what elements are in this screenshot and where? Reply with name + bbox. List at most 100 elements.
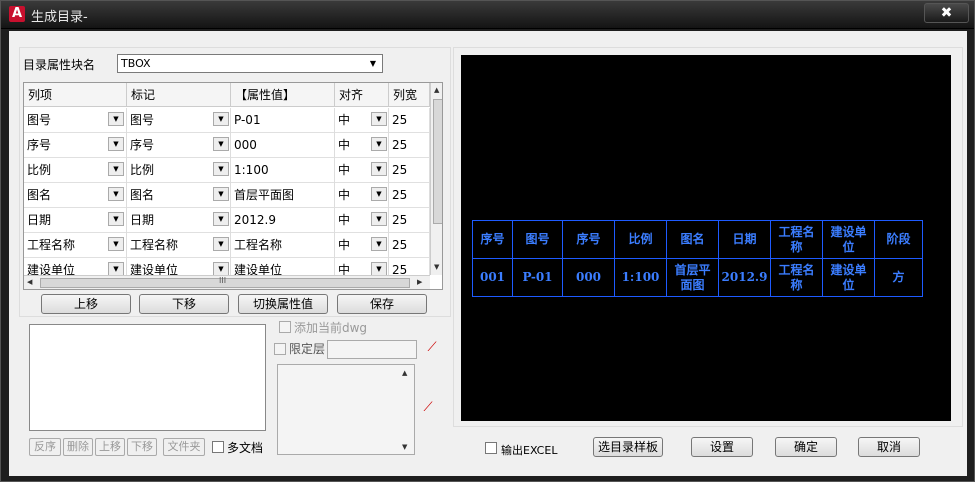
block-name-select[interactable]: TBOX ▼ [117, 54, 383, 73]
chevron-down-icon[interactable]: ▼ [108, 187, 124, 201]
add-current-dwg-checkbox[interactable] [279, 321, 291, 333]
col-header-tag[interactable]: 标记 [127, 83, 231, 107]
chevron-down-icon[interactable]: ▼ [371, 112, 387, 126]
chevron-down-icon[interactable]: ▼ [371, 137, 387, 151]
chevron-down-icon[interactable]: ▼ [108, 262, 124, 276]
scroll-down-arrow-icon[interactable]: ▼ [434, 263, 439, 271]
cell-item[interactable]: 日期 ▼ [24, 208, 127, 233]
cell-align[interactable]: 中 ▼ [335, 133, 389, 158]
chevron-down-icon[interactable]: ▼ [108, 212, 124, 226]
file-move-up-button[interactable]: 上移 [95, 438, 125, 456]
layer-scroll-up-icon[interactable]: ▲ [402, 369, 407, 377]
chevron-down-icon[interactable]: ▼ [213, 112, 229, 126]
move-up-button[interactable]: 上移 [41, 294, 131, 314]
settings-button[interactable]: 设置 [691, 437, 753, 457]
cell-value[interactable]: 工程名称 [231, 233, 335, 258]
layer-scroll-down-icon[interactable]: ▼ [402, 443, 407, 451]
chevron-down-icon[interactable]: ▼ [213, 137, 229, 151]
scroll-right-arrow-icon[interactable]: ▶ [417, 278, 422, 286]
grid-vertical-scrollbar[interactable]: ▲ ▼ [430, 83, 442, 275]
chevron-down-icon[interactable]: ▼ [108, 237, 124, 251]
chevron-down-icon[interactable]: ▼ [213, 162, 229, 176]
chevron-down-icon[interactable]: ▼ [371, 262, 387, 276]
scroll-up-arrow-icon[interactable]: ▲ [434, 86, 439, 94]
chevron-down-icon[interactable]: ▼ [371, 212, 387, 226]
cell-tag[interactable]: 序号 ▼ [127, 133, 231, 158]
cell-item[interactable]: 图名 ▼ [24, 183, 127, 208]
chevron-down-icon[interactable]: ▼ [108, 112, 124, 126]
grid-horizontal-scrollbar[interactable]: ◀ III ▶ [24, 275, 430, 289]
chevron-down-icon[interactable]: ▼ [213, 187, 229, 201]
folder-button[interactable]: 文件夹 [163, 438, 205, 456]
cell-width[interactable]: 25 [389, 208, 430, 233]
cell-text: 首层平面图 [234, 188, 295, 202]
chevron-down-icon[interactable]: ▼ [371, 162, 387, 176]
col-header-width[interactable]: 列宽 [389, 83, 430, 107]
chevron-down-icon[interactable]: ▼ [108, 137, 124, 151]
table-row[interactable]: 日期 ▼ 日期 ▼ 2012.9 中 ▼ 25 [24, 208, 430, 233]
select-template-button[interactable]: 选目录样板 [593, 437, 663, 457]
cell-align[interactable]: 中 ▼ [335, 208, 389, 233]
move-down-button[interactable]: 下移 [139, 294, 229, 314]
cell-tag[interactable]: 图号 ▼ [127, 108, 231, 133]
save-button[interactable]: 保存 [337, 294, 427, 314]
table-row[interactable]: 图号 ▼ 图号 ▼ P-01 中 ▼ 25 [24, 108, 430, 133]
cell-width[interactable]: 25 [389, 233, 430, 258]
cell-width[interactable]: 25 [389, 183, 430, 208]
cell-item[interactable]: 图号 ▼ [24, 108, 127, 133]
cell-item[interactable]: 工程名称 ▼ [24, 233, 127, 258]
file-move-down-button[interactable]: 下移 [127, 438, 157, 456]
reverse-button[interactable]: 反序 [29, 438, 61, 456]
multi-doc-checkbox[interactable] [212, 441, 224, 453]
limit-layer-checkbox[interactable] [274, 343, 286, 355]
cell-value[interactable]: 000 [231, 133, 335, 158]
delete-button[interactable]: 删除 [63, 438, 93, 456]
title-bar[interactable]: A 生成目录- ✖ [1, 1, 974, 29]
chevron-down-icon[interactable]: ▼ [213, 262, 229, 276]
cancel-button[interactable]: 取消 [858, 437, 920, 457]
close-button[interactable]: ✖ [924, 3, 969, 23]
pick-layer-icon[interactable]: ⟋ [419, 399, 437, 417]
cell-value[interactable]: 1:100 [231, 158, 335, 183]
cell-tag[interactable]: 比例 ▼ [127, 158, 231, 183]
cell-value[interactable]: 首层平面图 [231, 183, 335, 208]
cell-align[interactable]: 中 ▼ [335, 183, 389, 208]
table-row[interactable]: 序号 ▼ 序号 ▼ 000 中 ▼ 25 [24, 133, 430, 158]
cell-width[interactable]: 25 [389, 133, 430, 158]
table-row[interactable]: 工程名称 ▼ 工程名称 ▼ 工程名称中 ▼ 25 [24, 233, 430, 258]
table-row[interactable]: 比例 ▼ 比例 ▼ 1:100 中 ▼ 25 [24, 158, 430, 183]
chevron-down-icon[interactable]: ▼ [371, 237, 387, 251]
grid-vscroll-thumb[interactable] [433, 99, 442, 224]
drawing-file-list[interactable] [29, 324, 266, 431]
cell-tag[interactable]: 日期 ▼ [127, 208, 231, 233]
cell-value[interactable]: 2012.9 [231, 208, 335, 233]
col-header-value[interactable]: 【属性值】 [231, 83, 335, 107]
cell-item[interactable]: 比例 ▼ [24, 158, 127, 183]
pick-layer-icon[interactable]: ⟋ [423, 339, 441, 357]
chevron-down-icon[interactable]: ▼ [213, 237, 229, 251]
grid-hscroll-thumb[interactable]: III [40, 276, 410, 288]
col-header-align[interactable]: 对齐 [335, 83, 389, 107]
cell-align[interactable]: 中 ▼ [335, 158, 389, 183]
ok-button[interactable]: 确定 [775, 437, 837, 457]
col-header-item[interactable]: 列项 [24, 83, 127, 107]
chevron-down-icon[interactable]: ▼ [371, 187, 387, 201]
cell-align[interactable]: 中 ▼ [335, 108, 389, 133]
scroll-left-arrow-icon[interactable]: ◀ [27, 278, 32, 286]
cell-tag[interactable]: 图名 ▼ [127, 183, 231, 208]
table-row[interactable]: 图名 ▼ 图名 ▼ 首层平面图中 ▼ 25 [24, 183, 430, 208]
chevron-down-icon[interactable]: ▼ [366, 55, 380, 72]
cell-value[interactable]: P-01 [231, 108, 335, 133]
dialog-body: 目录属性块名 TBOX ▼ 列项 标记 【属性值】 对齐 列宽 图号 ▼ 图号 ▼ P-… [9, 31, 967, 476]
switch-attribute-button[interactable]: 切换属性值 [238, 294, 328, 314]
cell-width[interactable]: 25 [389, 158, 430, 183]
cell-align[interactable]: 中 ▼ [335, 233, 389, 258]
layer-name-input[interactable] [327, 340, 417, 359]
export-excel-checkbox[interactable] [485, 442, 497, 454]
cell-width[interactable]: 25 [389, 108, 430, 133]
cell-item[interactable]: 序号 ▼ [24, 133, 127, 158]
cell-tag[interactable]: 工程名称 ▼ [127, 233, 231, 258]
chevron-down-icon[interactable]: ▼ [213, 212, 229, 226]
chevron-down-icon[interactable]: ▼ [108, 162, 124, 176]
layer-list[interactable]: ▲ ▼ [277, 364, 415, 455]
